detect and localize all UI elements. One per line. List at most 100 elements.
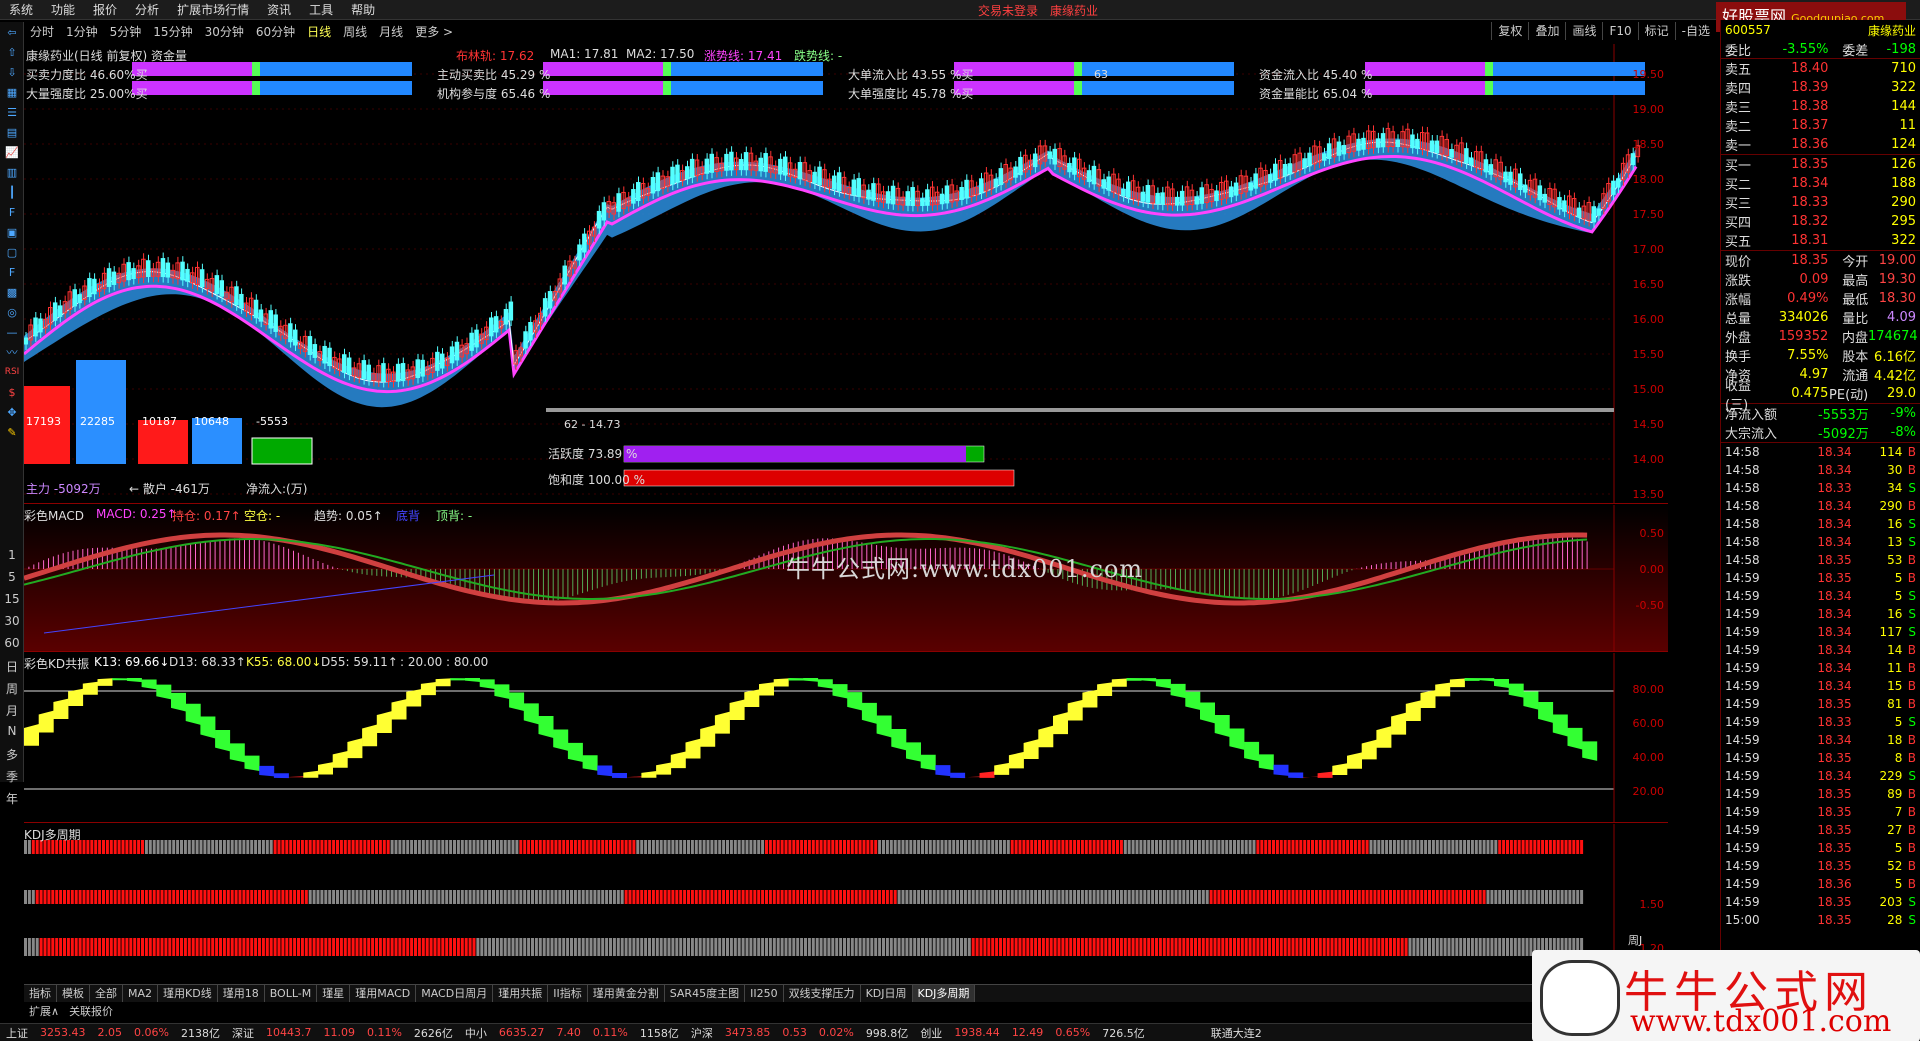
lp-day[interactable]: 日 <box>0 658 24 680</box>
tab-related[interactable]: 关联报价 <box>64 1003 118 1021</box>
grid-icon[interactable]: ▦ <box>1 83 23 102</box>
tab-macd[interactable]: 瑾用MACD <box>350 985 417 1002</box>
up-icon[interactable]: ⇧ <box>1 43 23 62</box>
period-30min[interactable]: 30分钟 <box>199 23 250 41</box>
tool-draw[interactable]: 画线 <box>1565 22 1602 40</box>
period-1min[interactable]: 1分钟 <box>60 23 104 41</box>
calendar-icon[interactable]: ▣ <box>1 223 23 242</box>
idx-name[interactable]: 沪深 <box>691 1025 713 1041</box>
kline-icon[interactable]: ┃ <box>1 183 23 202</box>
tool-watchlist[interactable]: -自选 <box>1674 22 1716 40</box>
tick-list[interactable]: 14:58 18.34 114 B 14:58 18.34 30 B 14:58 18.33 34 S… <box>1721 443 1920 929</box>
dash-icon[interactable]: — <box>1 323 23 342</box>
menu-quote[interactable]: 报价 <box>84 0 126 20</box>
menu-tools[interactable]: 工具 <box>300 0 342 20</box>
bid-row[interactable]: 买一 18.35 126 <box>1721 155 1920 174</box>
menu-system[interactable]: 系统 <box>0 0 42 20</box>
tab-star[interactable]: 瑾星 <box>317 985 351 1002</box>
bid-row[interactable]: 买四 18.32 295 <box>1721 212 1920 231</box>
tab-resonance[interactable]: 瑾用共振 <box>493 985 549 1002</box>
period-more[interactable]: 更多 > <box>409 23 459 41</box>
ask-row[interactable]: 卖三 18.38 144 <box>1721 97 1920 116</box>
wave-icon[interactable]: 〰 <box>1 343 23 362</box>
connection-status[interactable]: 联通大连2 <box>1211 1025 1262 1041</box>
ask-row[interactable]: 卖二 18.37 11 <box>1721 116 1920 135</box>
tool-mark[interactable]: 标记 <box>1637 22 1675 40</box>
lp-month[interactable]: 月 <box>0 702 24 724</box>
period-60min[interactable]: 60分钟 <box>250 23 301 41</box>
period-day[interactable]: 日线 <box>301 23 337 41</box>
lp-n[interactable]: N <box>0 724 24 746</box>
period-5min[interactable]: 5分钟 <box>104 23 148 41</box>
period-15min[interactable]: 15分钟 <box>147 23 198 41</box>
bid-row[interactable]: 买二 18.34 188 <box>1721 174 1920 193</box>
lp-5[interactable]: 5 <box>0 570 24 592</box>
lp-60[interactable]: 60 <box>0 636 24 658</box>
chart-area[interactable]: 康缘药业(日线 前复权) 资金量 布林轨: 17.62 MA1: 17.81 M… <box>24 44 1668 984</box>
tab-bollm[interactable]: BOLL-M <box>265 985 318 1002</box>
tab-ma2[interactable]: MA2 <box>123 985 159 1002</box>
tab-support[interactable]: 双线支撑压力 <box>784 985 861 1002</box>
move-icon[interactable]: ✥ <box>1 403 23 422</box>
list-icon[interactable]: ☰ <box>1 103 23 122</box>
line-chart-icon[interactable]: 📈 <box>1 143 23 162</box>
f10-icon[interactable]: F <box>1 203 23 222</box>
main-pane[interactable]: 康缘药业(日线 前复权) 资金量 布林轨: 17.62 MA1: 17.81 M… <box>24 44 1668 504</box>
dollar-icon[interactable]: $ <box>1 383 23 402</box>
idx-name[interactable]: 上证 <box>6 1025 28 1041</box>
menu-news[interactable]: 资讯 <box>258 0 300 20</box>
tab-indicator[interactable]: 指标 <box>24 985 57 1002</box>
doc-icon[interactable]: ▢ <box>1 243 23 262</box>
rsi-icon[interactable]: RSI <box>1 363 23 382</box>
table-icon[interactable]: ▤ <box>1 123 23 142</box>
menu-help[interactable]: 帮助 <box>342 0 384 20</box>
kd-pane[interactable]: 彩色KD共振 K13: 69.66↓ D13: 68.33↑ K55: 68.0… <box>24 653 1668 823</box>
period-month[interactable]: 月线 <box>373 23 409 41</box>
lp-15[interactable]: 15 <box>0 592 24 614</box>
period-week[interactable]: 周线 <box>337 23 373 41</box>
tab-template[interactable]: 模板 <box>57 985 90 1002</box>
ask-row[interactable]: 卖五 18.40 710 <box>1721 59 1920 78</box>
down-icon[interactable]: ⇩ <box>1 63 23 82</box>
pencil-icon[interactable]: ✎ <box>1 423 23 442</box>
period-fenshi[interactable]: 分时 <box>24 23 60 41</box>
tool-overlay[interactable]: 叠加 <box>1528 22 1565 40</box>
ask-row[interactable]: 卖一 18.36 124 <box>1721 135 1920 154</box>
tool-fuquan[interactable]: 复权 <box>1491 22 1528 40</box>
lp-year[interactable]: 年 <box>0 790 24 812</box>
target-icon[interactable]: ◎ <box>1 303 23 322</box>
lp-multi[interactable]: 多 <box>0 746 24 768</box>
tab-macd-dwm[interactable]: MACD日周月 <box>416 985 494 1002</box>
calc-icon[interactable]: ▩ <box>1 283 23 302</box>
bid-row[interactable]: 买五 18.31 322 <box>1721 231 1920 250</box>
tab-all[interactable]: 全部 <box>90 985 123 1002</box>
tab-ii[interactable]: II指标 <box>548 985 588 1002</box>
tab-kdj-dw[interactable]: KDJ日周 <box>861 985 913 1002</box>
stat-row: 换手 7.55% 股本 6.16亿 <box>1721 346 1920 365</box>
lp-week[interactable]: 周 <box>0 680 24 702</box>
idx-name[interactable]: 深证 <box>232 1025 254 1041</box>
tab-extend[interactable]: 扩展∧ <box>24 1003 64 1021</box>
menu-ext-market[interactable]: 扩展市场行情 <box>168 0 258 20</box>
tab-18[interactable]: 瑾用18 <box>218 985 265 1002</box>
back-icon[interactable]: ⇦ <box>1 23 23 42</box>
menu-function[interactable]: 功能 <box>42 0 84 20</box>
idx-name[interactable]: 创业 <box>920 1025 942 1041</box>
tool-f10[interactable]: F10 <box>1602 22 1637 40</box>
f2-icon[interactable]: F <box>1 263 23 282</box>
tab-kd[interactable]: 瑾用KD线 <box>158 985 218 1002</box>
login-warning[interactable]: 交易未登录 <box>978 2 1038 19</box>
tab-kdj-multi[interactable]: KDJ多周期 <box>912 985 976 1002</box>
lp-30[interactable]: 30 <box>0 614 24 636</box>
bar-chart-icon[interactable]: ▥ <box>1 163 23 182</box>
idx-name[interactable]: 中小 <box>465 1025 487 1041</box>
kdj-pane[interactable]: KDJ多周期 1.50 1.20 周J <box>24 824 1668 984</box>
tab-golden[interactable]: 瑾用黄金分割 <box>588 985 665 1002</box>
lp-season[interactable]: 季 <box>0 768 24 790</box>
ask-row[interactable]: 卖四 18.39 322 <box>1721 78 1920 97</box>
menu-analysis[interactable]: 分析 <box>126 0 168 20</box>
tab-ii250[interactable]: II250 <box>745 985 784 1002</box>
tab-sar45[interactable]: SAR45度主图 <box>665 985 746 1002</box>
bid-row[interactable]: 买三 18.33 290 <box>1721 193 1920 212</box>
lp-1[interactable]: 1 <box>0 548 24 570</box>
